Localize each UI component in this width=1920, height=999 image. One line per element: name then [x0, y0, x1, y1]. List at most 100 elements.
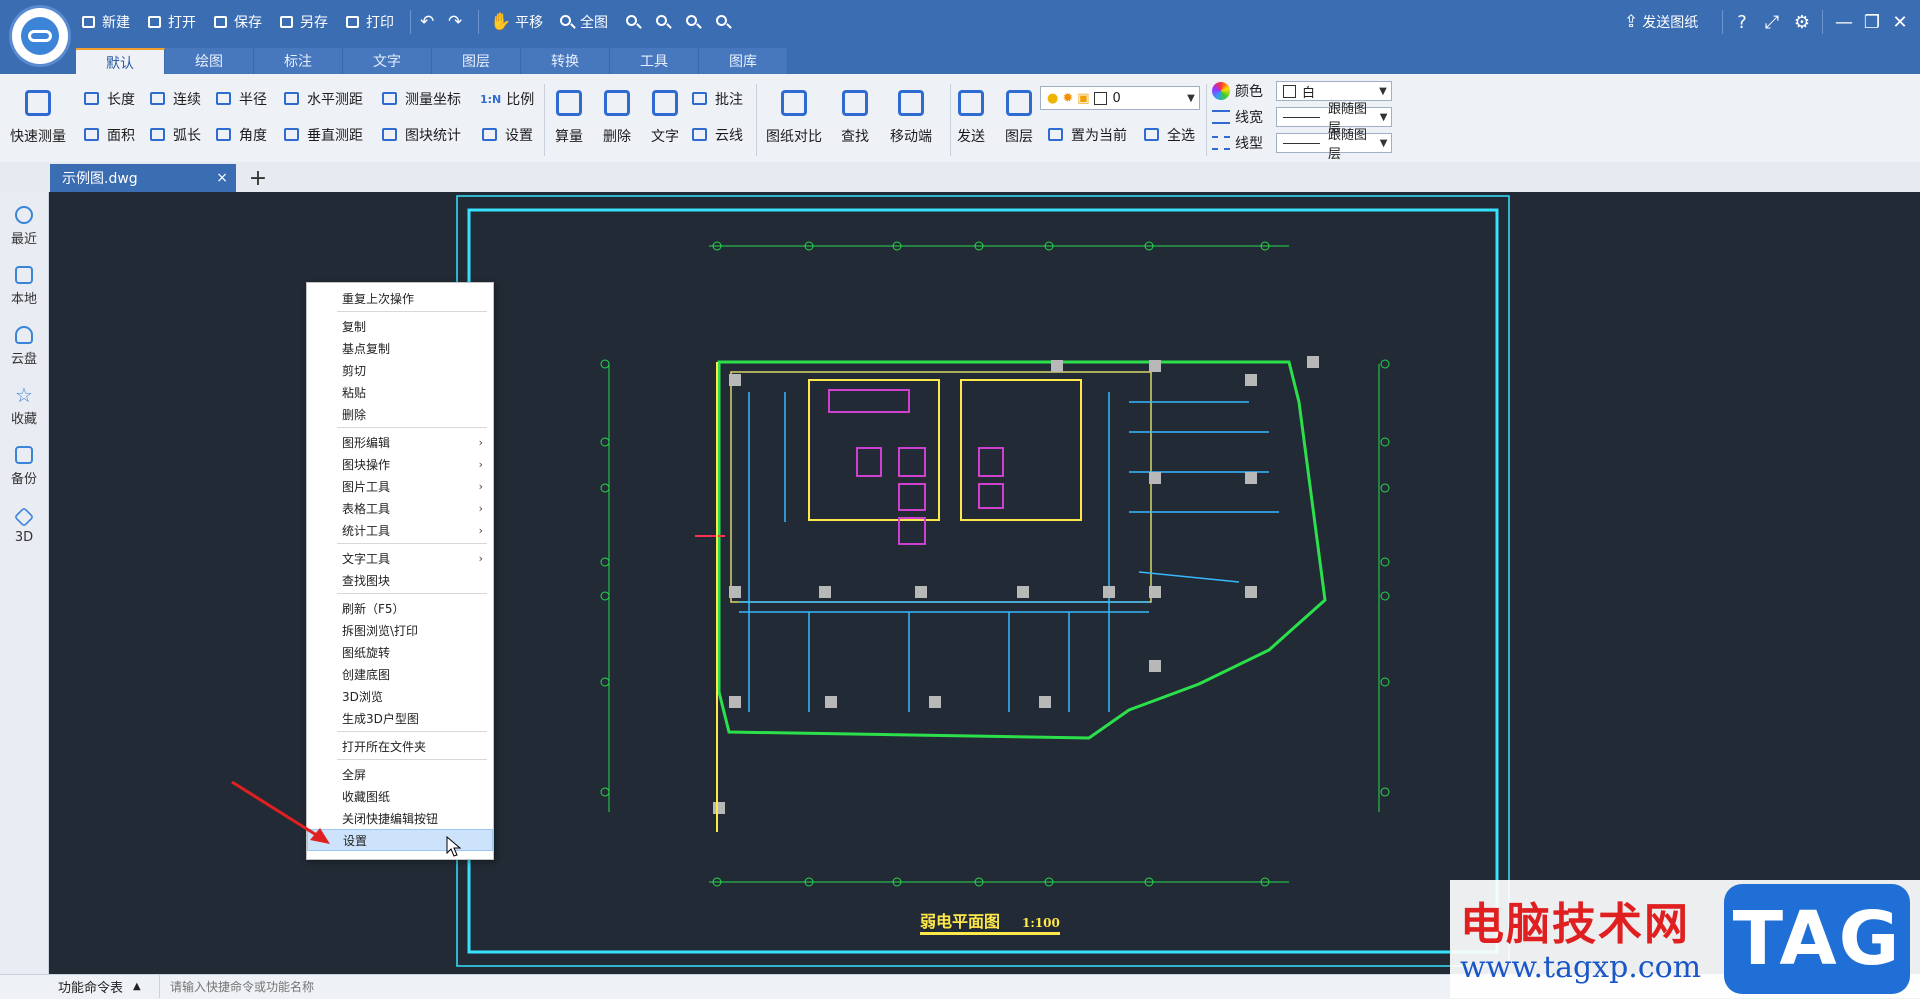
send-drawing-button[interactable]: ⇪ 发送图纸 — [1624, 10, 1698, 34]
zoom-realtime-icon — [654, 13, 672, 31]
measure-coord-button[interactable]: 测量坐标 — [380, 88, 461, 110]
radius-button[interactable]: 半径 — [214, 88, 267, 110]
arc-length-button[interactable]: 弧长 — [148, 124, 201, 146]
add-tab-button[interactable]: + — [246, 164, 270, 192]
zoom-in-button[interactable] — [684, 10, 702, 34]
menu-item[interactable]: 复制 — [307, 315, 493, 337]
save-icon — [212, 13, 230, 31]
settings-button[interactable]: ⚙ — [1788, 8, 1816, 36]
tab-convert[interactable]: 转换 — [521, 48, 610, 74]
sidebar-item-cloud[interactable]: 云盘 — [0, 318, 48, 374]
menu-item[interactable]: 剪切 — [307, 359, 493, 381]
find-button[interactable]: 查找 — [838, 86, 872, 146]
bulb-icon: ● — [1047, 90, 1059, 106]
toolbar-divider — [410, 10, 411, 34]
menu-item[interactable]: 生成3D户型图 — [307, 707, 493, 729]
sidebar-item-3d[interactable]: 3D — [0, 498, 48, 554]
quick-measure-button[interactable]: 快速测量 — [10, 86, 66, 146]
compare-button[interactable]: 图纸对比 — [766, 86, 822, 146]
calc-button[interactable]: 算量 — [552, 86, 586, 146]
undo-button[interactable]: ↶ — [420, 10, 434, 34]
tab-tools[interactable]: 工具 — [610, 48, 699, 74]
menu-item[interactable]: 查找图块 — [307, 569, 493, 591]
menu-item[interactable]: 粘贴 — [307, 381, 493, 403]
line-sample-icon — [1283, 116, 1321, 118]
menu-item[interactable]: 打开所在文件夹 — [307, 735, 493, 757]
delete-button[interactable]: 删除 — [600, 86, 634, 146]
menu-item[interactable]: 创建底图 — [307, 663, 493, 685]
fullscreen-button[interactable]: ⤢ — [1758, 8, 1786, 36]
scale-button[interactable]: 1:N 比例 — [480, 88, 534, 110]
save-button[interactable]: 保存 — [212, 10, 262, 34]
area-button[interactable]: 面积 — [82, 124, 135, 146]
print-button[interactable]: 打印 — [344, 10, 394, 34]
menu-item[interactable]: 图纸旋转 — [307, 641, 493, 663]
command-input[interactable] — [168, 977, 572, 997]
linetype-select[interactable]: 跟随图层 ▼ — [1276, 128, 1392, 162]
continuous-button[interactable]: 连续 — [148, 88, 201, 110]
app-logo[interactable] — [12, 8, 68, 64]
help-button[interactable]: ? — [1728, 8, 1756, 36]
menu-item[interactable]: 删除 — [307, 403, 493, 425]
new-button[interactable]: 新建 — [80, 10, 130, 34]
chevron-right-icon: › — [478, 523, 483, 537]
zoom-window-button[interactable] — [624, 10, 642, 34]
menu-item[interactable]: 刷新（F5） — [307, 597, 493, 619]
sidebar-item-backup[interactable]: 备份 — [0, 438, 48, 494]
layer-button[interactable]: 图层 — [1002, 86, 1036, 146]
layer-select[interactable]: ● ✹ ▣ 0 ▼ — [1040, 86, 1200, 110]
fit-all-button[interactable]: 全图 — [558, 10, 608, 34]
block-stats-button[interactable]: 图块统计 — [380, 124, 461, 146]
open-button[interactable]: 打开 — [146, 10, 196, 34]
document-tab[interactable]: 示例图.dwg × — [50, 164, 236, 192]
cloud-line-button[interactable]: 云线 — [690, 124, 743, 146]
linetype-icon — [1212, 136, 1230, 150]
menu-item[interactable]: 3D浏览 — [307, 685, 493, 707]
tab-text[interactable]: 文字 — [343, 48, 432, 74]
tab-layer[interactable]: 图层 — [432, 48, 521, 74]
close-button[interactable]: ✕ — [1886, 8, 1914, 36]
annotate-button[interactable]: 批注 — [690, 88, 743, 110]
tab-library[interactable]: 图库 — [699, 48, 788, 74]
menu-item[interactable]: 文字工具 › — [307, 547, 493, 569]
set-current-button[interactable]: 置为当前 — [1046, 124, 1127, 146]
phone-icon — [894, 86, 928, 120]
minimize-button[interactable]: — — [1830, 8, 1858, 36]
sidebar-item-recent[interactable]: 最近 — [0, 198, 48, 254]
angle-icon — [214, 126, 234, 144]
ribbon-divider — [544, 84, 545, 156]
sidebar-item-local[interactable]: 本地 — [0, 258, 48, 314]
menu-item[interactable]: 统计工具 › — [307, 519, 493, 541]
menu-item[interactable]: 图形编辑 › — [307, 431, 493, 453]
mouse-cursor-icon — [446, 836, 462, 857]
pan-button[interactable]: ✋ 平移 — [490, 10, 543, 34]
menu-item[interactable]: 重复上次操作 — [307, 287, 493, 309]
horizontal-measure-button[interactable]: 水平测距 — [282, 88, 363, 110]
text-button[interactable]: 文字 — [648, 86, 682, 146]
mobile-button[interactable]: 移动端 — [890, 86, 932, 146]
zoom-out-button[interactable] — [714, 10, 732, 34]
vertical-measure-button[interactable]: 垂直测距 — [282, 124, 363, 146]
menu-item[interactable]: 基点复制 — [307, 337, 493, 359]
tab-default[interactable]: 默认 — [76, 48, 165, 76]
save-as-button[interactable]: 另存 — [278, 10, 328, 34]
sidebar-item-favorites[interactable]: ☆ 收藏 — [0, 378, 48, 434]
menu-item[interactable]: 图片工具 › — [307, 475, 493, 497]
menu-item[interactable]: 表格工具 › — [307, 497, 493, 519]
send-button[interactable]: 发送 — [954, 86, 988, 146]
angle-button[interactable]: 角度 — [214, 124, 267, 146]
undo-icon: ↶ — [420, 12, 435, 32]
tab-draw[interactable]: 绘图 — [165, 48, 254, 74]
measure-settings-button[interactable]: 设置 — [480, 124, 533, 146]
tab-dimension[interactable]: 标注 — [254, 48, 343, 74]
zoom-realtime-button[interactable] — [654, 10, 672, 34]
menu-item[interactable]: 图块操作 › — [307, 453, 493, 475]
select-all-button[interactable]: 全选 — [1142, 124, 1195, 146]
command-table-tab[interactable]: 功能命令表 ▲ — [48, 974, 160, 998]
close-tab-icon[interactable]: × — [216, 170, 228, 186]
redo-button[interactable]: ↷ — [448, 10, 462, 34]
length-button[interactable]: 长度 — [82, 88, 135, 110]
clock-icon — [15, 205, 33, 224]
menu-item[interactable]: 拆图浏览\打印 — [307, 619, 493, 641]
restore-button[interactable]: ❐ — [1858, 8, 1886, 36]
